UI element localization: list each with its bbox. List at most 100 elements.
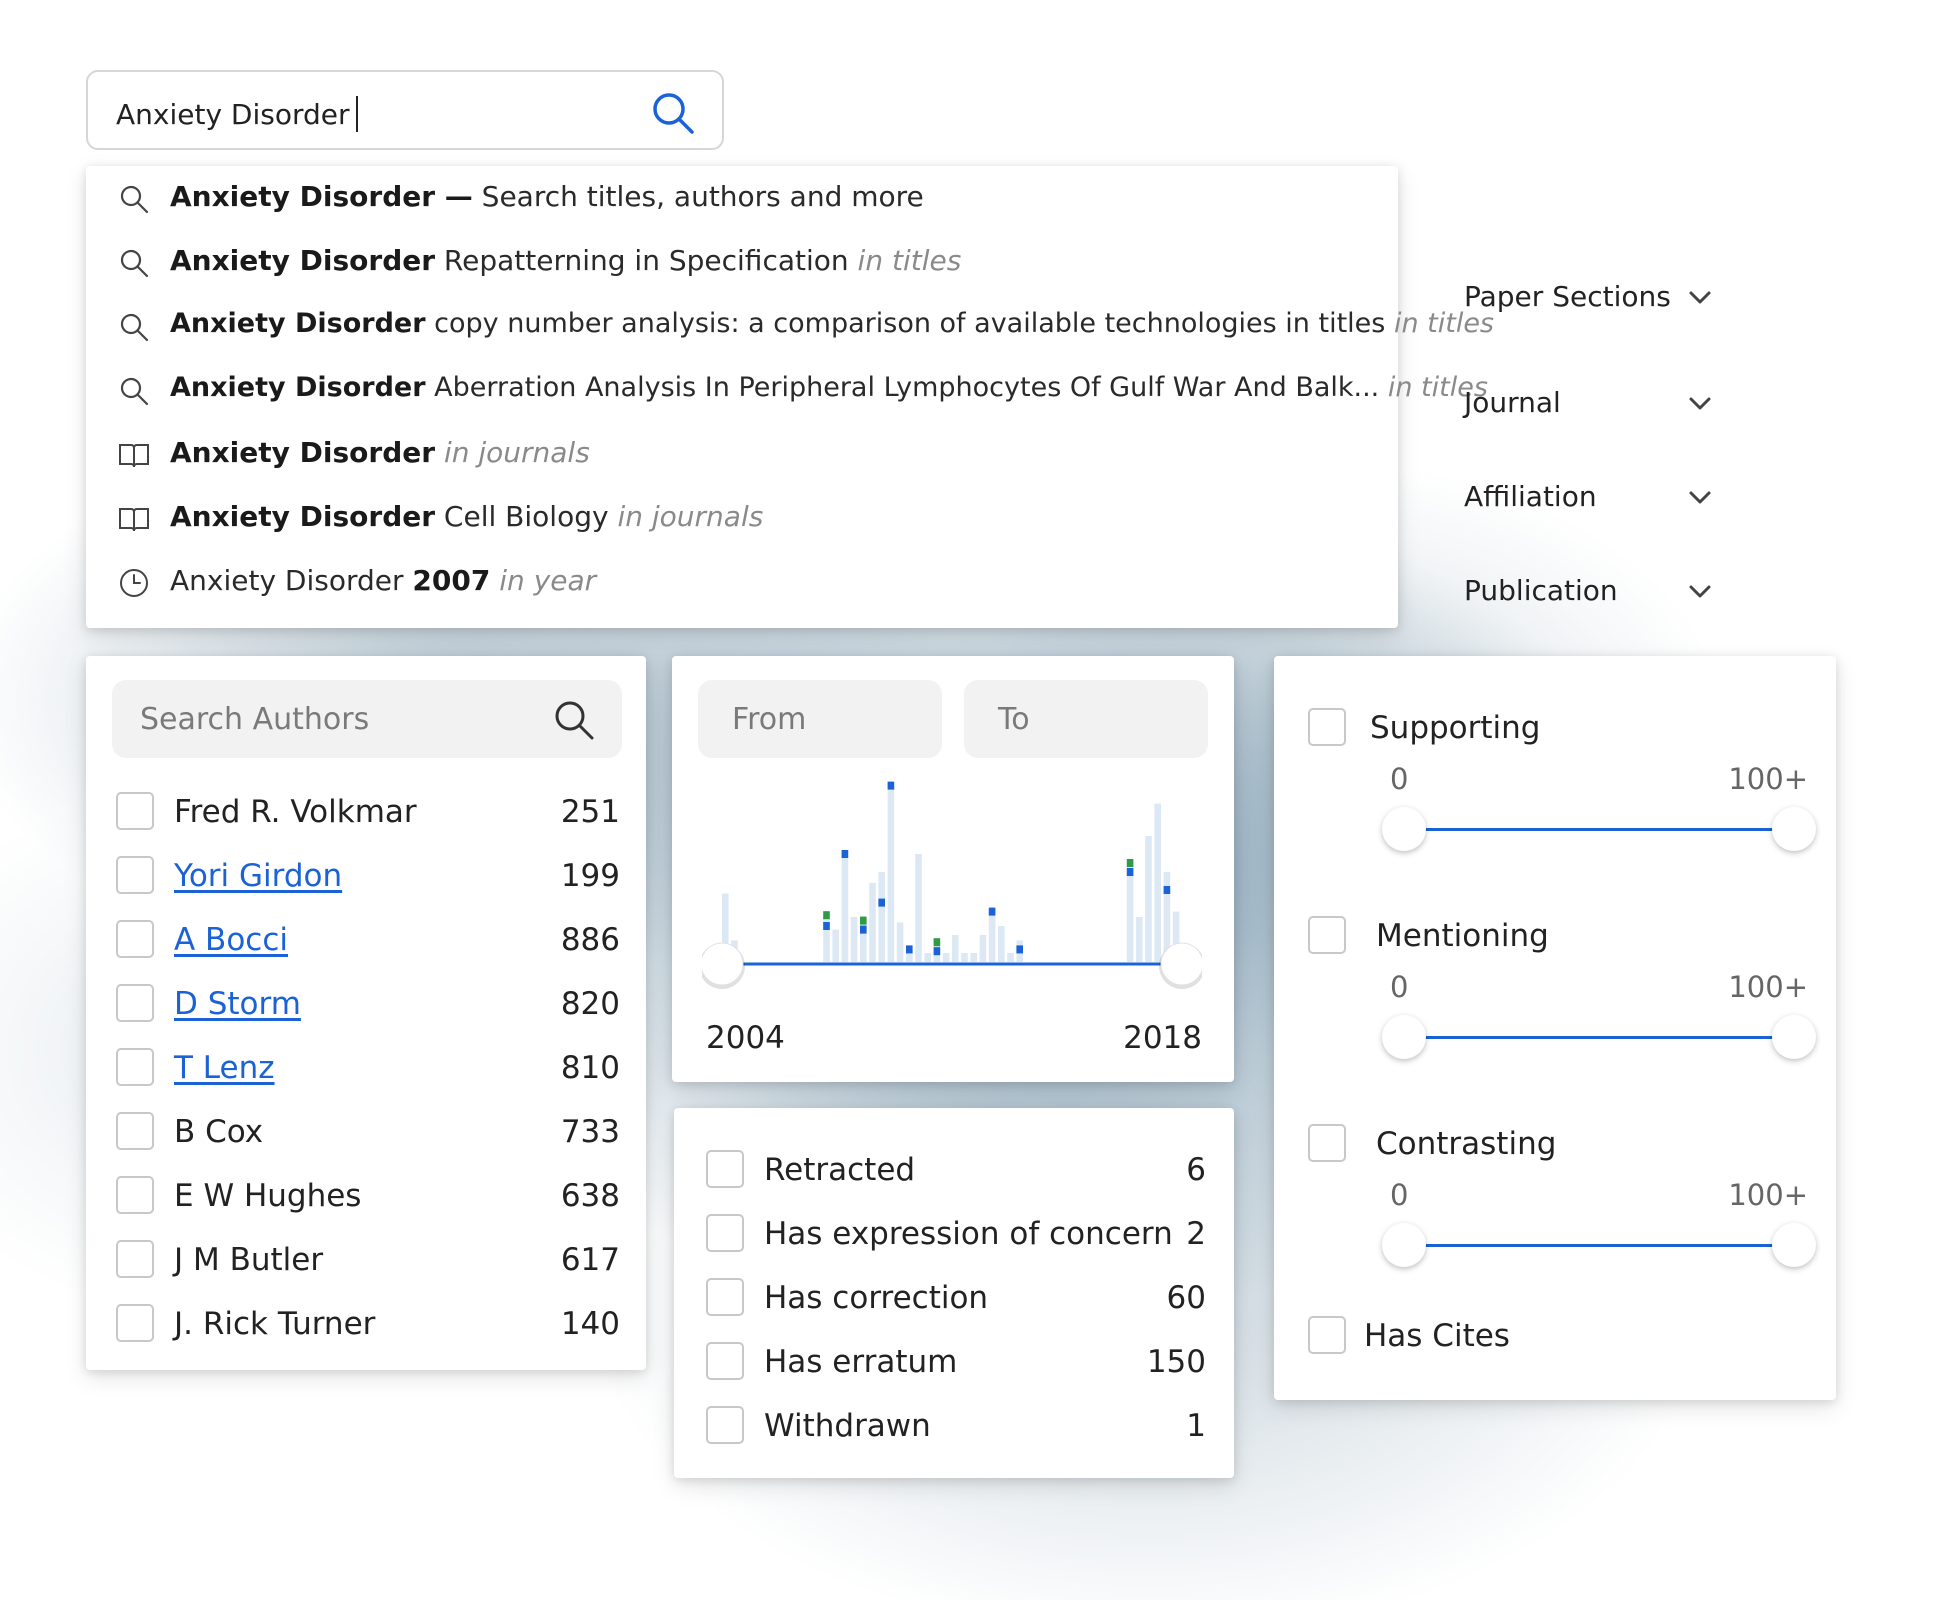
- citation-checkbox[interactable]: [1308, 916, 1346, 954]
- suggestion-item[interactable]: Anxiety Disorder copy number analysis: a…: [86, 294, 1494, 358]
- author-checkbox[interactable]: [116, 1048, 154, 1086]
- author-name: J. Rick Turner: [174, 1306, 376, 1342]
- histogram-marker: [1016, 945, 1023, 954]
- author-name-link[interactable]: T Lenz: [174, 1050, 275, 1086]
- histogram-marker: [933, 938, 941, 947]
- search-icon[interactable]: [650, 90, 696, 136]
- has-cites-row[interactable]: Has Cites: [1308, 1316, 1808, 1366]
- author-checkbox[interactable]: [116, 1112, 154, 1150]
- citation-checkbox[interactable]: [1308, 1124, 1346, 1162]
- year-histogram[interactable]: [702, 776, 1202, 996]
- author-row[interactable]: J. Rick Turner 140: [116, 1298, 620, 1348]
- author-name-link[interactable]: A Bocci: [174, 922, 288, 958]
- range-slider-track[interactable]: [1404, 1244, 1790, 1247]
- histogram-bar: [988, 908, 996, 962]
- author-checkbox[interactable]: [116, 920, 154, 958]
- citation-types-card: Supporting 0 100+ Mentioning 0 100+ Cont…: [1274, 656, 1836, 1400]
- author-count: 251: [560, 794, 620, 830]
- year-slider-max-handle[interactable]: [1160, 942, 1202, 986]
- author-checkbox[interactable]: [116, 984, 154, 1022]
- author-count: 199: [560, 858, 620, 894]
- author-row[interactable]: A Bocci 886: [116, 914, 620, 964]
- range-slider-max-handle[interactable]: [1772, 807, 1816, 851]
- filter-journal[interactable]: Journal: [1464, 378, 1714, 428]
- range-slider-min-handle[interactable]: [1382, 1015, 1426, 1059]
- range-slider-min-handle[interactable]: [1382, 1223, 1426, 1267]
- suggestion-text: Anxiety Disorder in journals: [170, 436, 590, 469]
- book-icon: [119, 444, 149, 468]
- status-row[interactable]: Has expression of concern 2: [706, 1208, 1206, 1258]
- author-count: 820: [560, 986, 620, 1022]
- author-count: 638: [560, 1178, 620, 1214]
- filter-publication[interactable]: Publication: [1464, 566, 1714, 616]
- author-row[interactable]: D Storm 820: [116, 978, 620, 1028]
- status-checkbox[interactable]: [706, 1406, 744, 1444]
- author-checkbox[interactable]: [116, 1240, 154, 1278]
- editorial-status-card: Retracted 6 Has expression of concern 2 Ha…: [674, 1108, 1234, 1478]
- status-count: 1: [1186, 1408, 1206, 1444]
- histogram-bar: [850, 917, 858, 962]
- status-row[interactable]: Has correction 60: [706, 1272, 1206, 1322]
- filter-affiliation[interactable]: Affiliation: [1464, 472, 1714, 522]
- suggestion-item[interactable]: Anxiety Disorder Repatterning in Specifi…: [86, 230, 1398, 294]
- histogram-bar: [1126, 863, 1134, 962]
- range-min-label: 0: [1390, 762, 1409, 796]
- year-slider-min-handle[interactable]: [702, 942, 744, 986]
- status-count: 150: [1146, 1344, 1206, 1380]
- author-row[interactable]: B Cox 733: [116, 1106, 620, 1156]
- suggestion-text: Anxiety Disorder copy number analysis: a…: [170, 308, 1495, 339]
- range-slider-track[interactable]: [1404, 828, 1790, 831]
- citation-type-name: Mentioning: [1376, 918, 1549, 954]
- citation-checkbox[interactable]: [1308, 708, 1346, 746]
- author-row[interactable]: T Lenz 810: [116, 1042, 620, 1092]
- author-checkbox[interactable]: [116, 1176, 154, 1214]
- main-search-input[interactable]: Anxiety Disorder: [86, 70, 724, 150]
- author-checkbox[interactable]: [116, 1304, 154, 1342]
- status-checkbox[interactable]: [706, 1278, 744, 1316]
- author-row[interactable]: J M Butler 617: [116, 1234, 620, 1284]
- suggestion-item[interactable]: Anxiety Disorder Cell Biology in journal…: [86, 486, 1398, 550]
- author-row[interactable]: Yori Girdon 199: [116, 850, 620, 900]
- text-caret: [355, 96, 358, 132]
- filter-label: Publication: [1464, 574, 1618, 607]
- author-row[interactable]: E W Hughes 638: [116, 1170, 620, 1220]
- chevron-down-icon: [1689, 291, 1711, 304]
- author-checkbox[interactable]: [116, 792, 154, 830]
- author-name-link[interactable]: Yori Girdon: [174, 858, 342, 894]
- author-row[interactable]: Fred R. Volkmar 251: [116, 786, 620, 836]
- author-count: 140: [560, 1306, 620, 1342]
- histogram-marker: [933, 947, 941, 956]
- search-value: Anxiety Disorder: [116, 96, 358, 132]
- range-slider-max-handle[interactable]: [1772, 1223, 1816, 1267]
- year-to-input[interactable]: To: [964, 680, 1208, 758]
- range-slider-track[interactable]: [1404, 1036, 1790, 1039]
- status-checkbox[interactable]: [706, 1342, 744, 1380]
- histogram-marker: [887, 781, 895, 790]
- author-name-link[interactable]: D Storm: [174, 986, 301, 1022]
- year-from-input[interactable]: From: [698, 680, 942, 758]
- histogram-bar: [906, 953, 913, 962]
- status-checkbox[interactable]: [706, 1150, 744, 1188]
- status-checkbox[interactable]: [706, 1214, 744, 1252]
- status-count: 60: [1166, 1280, 1206, 1316]
- range-slider-min-handle[interactable]: [1382, 807, 1426, 851]
- suggestion-item[interactable]: Anxiety Disorder 2007 in year: [86, 550, 1398, 614]
- filter-paper-sections[interactable]: Paper Sections: [1464, 272, 1714, 322]
- search-icon[interactable]: [552, 698, 596, 742]
- year-max-label: 2018: [1123, 1020, 1202, 1056]
- chevron-down-icon: [1689, 491, 1711, 504]
- search-icon: [120, 185, 149, 214]
- status-row[interactable]: Withdrawn 1: [706, 1400, 1206, 1450]
- histogram-marker: [823, 922, 830, 930]
- has-cites-checkbox[interactable]: [1308, 1316, 1346, 1354]
- suggestion-item[interactable]: Anxiety Disorder in journals: [86, 422, 1398, 486]
- range-slider-max-handle[interactable]: [1772, 1015, 1816, 1059]
- author-search-input[interactable]: Search Authors: [112, 680, 622, 758]
- suggestion-item[interactable]: Anxiety Disorder Aberration Analysis In …: [86, 358, 1488, 422]
- status-row[interactable]: Retracted 6: [706, 1144, 1206, 1194]
- author-checkbox[interactable]: [116, 856, 154, 894]
- status-name: Has correction: [764, 1280, 989, 1316]
- suggestion-item[interactable]: Anxiety Disorder — Search titles, author…: [86, 166, 1398, 230]
- status-row[interactable]: Has erratum 150: [706, 1336, 1206, 1386]
- author-name: E W Hughes: [174, 1178, 362, 1214]
